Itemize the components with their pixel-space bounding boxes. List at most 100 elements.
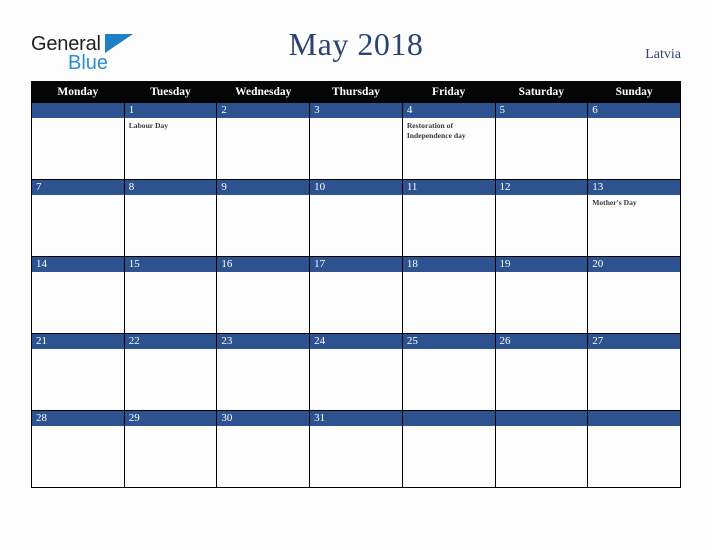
day-cell-inner: 8 <box>124 180 217 256</box>
date-number: 10 <box>310 180 402 195</box>
day-cell-inner: 6 <box>588 103 680 179</box>
day-cell-6[interactable]: 6 <box>587 102 681 180</box>
day-cell-30[interactable]: 30 <box>216 410 311 488</box>
date-number: 27 <box>588 334 680 349</box>
date-number: 22 <box>124 334 217 349</box>
date-number: 17 <box>310 257 402 272</box>
day-events <box>403 272 495 275</box>
day-cell-26[interactable]: 26 <box>494 333 589 411</box>
date-number <box>402 411 495 426</box>
day-events: Restoration of Independence day <box>403 118 495 141</box>
date-number: 14 <box>32 257 124 272</box>
day-cell-27[interactable]: 27 <box>587 333 681 411</box>
day-cell-inner: 28 <box>32 411 124 487</box>
date-number: 30 <box>217 411 310 426</box>
event-label: Restoration of Independence day <box>406 121 466 140</box>
day-events <box>588 118 680 121</box>
day-events <box>125 349 217 352</box>
day-cell-4[interactable]: 4 Restoration of Independence day <box>401 102 496 180</box>
day-cell-8[interactable]: 8 <box>123 179 218 257</box>
day-cell-inner: 27 <box>588 334 680 410</box>
day-cell-11[interactable]: 11 <box>401 179 496 257</box>
day-events <box>588 272 680 275</box>
day-cell-inner: 14 <box>32 257 124 333</box>
day-cell-empty[interactable] <box>401 410 496 488</box>
day-cell-1[interactable]: 1 Labour Day <box>123 102 218 180</box>
day-events <box>403 349 495 352</box>
day-events: Mother's Day <box>588 195 680 208</box>
day-events <box>496 195 588 198</box>
day-cell-inner: 3 <box>310 103 402 179</box>
date-number: 11 <box>402 180 495 195</box>
calendar-week-row: 21 22 23 24 25 26 27 <box>31 333 681 411</box>
day-events <box>217 426 309 429</box>
day-cell-inner <box>402 411 495 487</box>
day-cell-inner: 5 <box>495 103 588 179</box>
day-cell-inner: 13 Mother's Day <box>588 180 680 256</box>
day-cell-5[interactable]: 5 <box>494 102 589 180</box>
day-events <box>496 426 588 429</box>
day-events <box>588 426 680 429</box>
day-events <box>125 272 217 275</box>
day-cell-13[interactable]: 13 Mother's Day <box>587 179 681 257</box>
day-events <box>32 118 124 121</box>
day-cell-empty[interactable] <box>494 410 589 488</box>
day-cell-28[interactable]: 28 <box>31 410 125 488</box>
day-events: Labour Day <box>125 118 217 131</box>
weekday-header-wednesday: Wednesday <box>216 81 311 103</box>
day-cell-25[interactable]: 25 <box>401 333 496 411</box>
weekday-header-sunday: Sunday <box>587 81 681 103</box>
day-cell-17[interactable]: 17 <box>309 256 403 334</box>
date-number: 9 <box>217 180 310 195</box>
day-cell-18[interactable]: 18 <box>401 256 496 334</box>
day-cell-22[interactable]: 22 <box>123 333 218 411</box>
day-events <box>217 349 309 352</box>
date-number: 24 <box>310 334 402 349</box>
day-cell-inner: 24 <box>310 334 402 410</box>
day-events <box>217 195 309 198</box>
date-number: 28 <box>32 411 124 426</box>
day-cell-inner: 31 <box>310 411 402 487</box>
day-cell-7[interactable]: 7 <box>31 179 125 257</box>
day-cell-20[interactable]: 20 <box>587 256 681 334</box>
day-events <box>32 272 124 275</box>
day-events <box>496 272 588 275</box>
day-cell-9[interactable]: 9 <box>216 179 311 257</box>
day-cell-21[interactable]: 21 <box>31 333 125 411</box>
day-cell-inner <box>32 103 124 179</box>
day-cell-14[interactable]: 14 <box>31 256 125 334</box>
day-events <box>496 349 588 352</box>
day-cell-23[interactable]: 23 <box>216 333 311 411</box>
date-number: 20 <box>588 257 680 272</box>
day-cell-inner <box>588 411 680 487</box>
day-cell-empty[interactable] <box>587 410 681 488</box>
date-number: 2 <box>217 103 310 118</box>
day-events <box>310 118 402 121</box>
day-cell-10[interactable]: 10 <box>309 179 403 257</box>
day-events <box>32 426 124 429</box>
day-cell-inner: 25 <box>402 334 495 410</box>
weekday-header-tuesday: Tuesday <box>123 81 218 103</box>
calendar-week-row: 7 8 9 10 11 12 13 Mother's Day <box>31 179 681 257</box>
date-number <box>588 411 680 426</box>
day-events <box>310 272 402 275</box>
date-number: 6 <box>588 103 680 118</box>
calendar-grid: Monday Tuesday Wednesday Thursday Friday Satu… <box>31 81 681 488</box>
day-cell-15[interactable]: 15 <box>123 256 218 334</box>
day-events <box>310 349 402 352</box>
date-number: 19 <box>495 257 588 272</box>
day-cell-inner: 20 <box>588 257 680 333</box>
day-cell-31[interactable]: 31 <box>309 410 403 488</box>
day-cell-inner: 17 <box>310 257 402 333</box>
day-cell-19[interactable]: 19 <box>494 256 589 334</box>
day-cell-29[interactable]: 29 <box>123 410 218 488</box>
day-cell-empty[interactable] <box>31 102 125 180</box>
day-cell-3[interactable]: 3 <box>309 102 403 180</box>
day-cell-24[interactable]: 24 <box>309 333 403 411</box>
day-cell-12[interactable]: 12 <box>494 179 589 257</box>
day-cell-2[interactable]: 2 <box>216 102 311 180</box>
day-cell-16[interactable]: 16 <box>216 256 311 334</box>
date-number: 12 <box>495 180 588 195</box>
day-cell-inner: 1 Labour Day <box>124 103 217 179</box>
date-number <box>32 103 124 118</box>
